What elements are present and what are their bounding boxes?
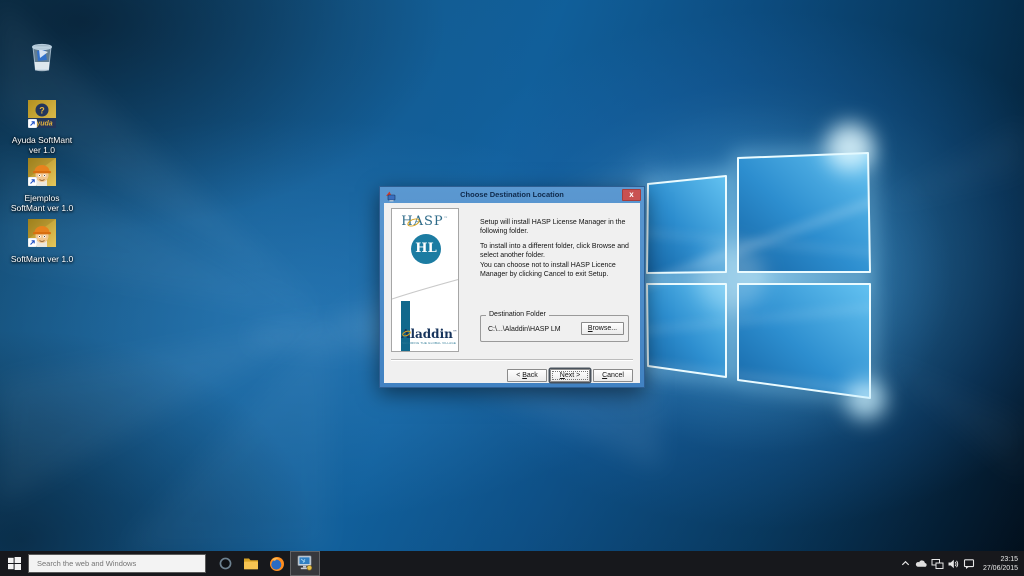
hasp-logo-text: HASP™ bbox=[401, 214, 449, 229]
shortcut-arrow-icon bbox=[27, 173, 38, 191]
taskbar-file-explorer-button[interactable] bbox=[238, 551, 264, 576]
start-button[interactable] bbox=[0, 551, 28, 576]
svg-text:?: ? bbox=[39, 106, 45, 116]
tray-onedrive-cloud-icon[interactable] bbox=[915, 551, 928, 576]
aladdin-tagline: SECURING THE GLOBAL VILLAGE bbox=[402, 342, 457, 345]
windows-logo-icon bbox=[7, 557, 21, 570]
tray-network-icon[interactable] bbox=[931, 551, 944, 576]
cancel-button[interactable]: Cancel bbox=[593, 369, 633, 382]
installer-window: Choose Destination Location x HASP™ HL A… bbox=[379, 186, 645, 388]
taskbar-setup-button-active[interactable] bbox=[290, 551, 320, 576]
tray-chevron-up-icon[interactable] bbox=[899, 551, 912, 576]
destination-path: C:\...\Aladdin\HASP LM bbox=[488, 326, 561, 333]
branding-panel: HASP™ HL Aladdin™ SECURING THE GLOBAL VI… bbox=[391, 208, 459, 352]
destination-folder-label: Destination Folder bbox=[486, 311, 549, 318]
setup-instruction-3: You can choose not to install HASP Licen… bbox=[480, 262, 616, 278]
icon-label: SoftMant ver 1.0 bbox=[10, 254, 74, 264]
worker-app-icon bbox=[27, 158, 56, 191]
close-button[interactable]: x bbox=[622, 189, 641, 201]
ayuda-app-icon: ? Ayuda bbox=[27, 100, 56, 133]
clock-date: 27/06/2015 bbox=[982, 564, 1018, 572]
window-title: Choose Destination Location bbox=[460, 190, 564, 199]
installer-app-icon bbox=[297, 555, 313, 571]
file-explorer-icon bbox=[244, 558, 258, 570]
tray-volume-icon[interactable] bbox=[947, 551, 960, 576]
desktop-icon-softmant[interactable]: SoftMant ver 1.0 bbox=[4, 219, 80, 264]
browse-button[interactable]: Browse... bbox=[581, 322, 624, 335]
setup-instruction-2: To install into a different folder, clic… bbox=[480, 243, 629, 259]
taskbar-firefox-button[interactable] bbox=[264, 551, 290, 576]
title-bar[interactable]: Choose Destination Location x bbox=[380, 187, 644, 203]
destination-folder-group: Destination Folder C:\...\Aladdin\HASP L… bbox=[480, 311, 629, 342]
desktop-icon-ayuda-softmant[interactable]: ? Ayuda Ayuda SoftMant ver 1.0 bbox=[4, 100, 80, 155]
taskbar-task-view-button[interactable] bbox=[212, 551, 238, 576]
button-separator bbox=[391, 359, 633, 361]
firefox-icon bbox=[270, 556, 284, 571]
icon-label: Ejemplos SoftMant ver 1.0 bbox=[10, 193, 74, 213]
shortcut-arrow-icon bbox=[27, 115, 38, 133]
recycle-bin-icon bbox=[26, 38, 58, 79]
taskbar: 23:15 27/06/2015 bbox=[0, 551, 1024, 576]
desktop-icon-ejemplos-softmant[interactable]: Ejemplos SoftMant ver 1.0 bbox=[4, 158, 80, 213]
setup-instruction-1: Setup will install HASP License Manager … bbox=[480, 219, 626, 235]
search-input[interactable] bbox=[29, 559, 205, 568]
system-tray: 23:15 27/06/2015 bbox=[899, 551, 1024, 576]
worker-app-icon bbox=[27, 219, 56, 252]
shortcut-arrow-icon bbox=[27, 234, 38, 252]
icon-label: Ayuda SoftMant ver 1.0 bbox=[11, 135, 73, 155]
hl-badge: HL bbox=[411, 234, 441, 264]
taskbar-search[interactable] bbox=[28, 554, 206, 573]
desktop-icon-recycle-bin[interactable] bbox=[4, 38, 80, 81]
tray-clock[interactable]: 23:15 27/06/2015 bbox=[983, 555, 1018, 573]
next-button[interactable]: Next > bbox=[550, 369, 590, 382]
back-button[interactable]: < Back bbox=[507, 369, 547, 382]
tray-action-center-icon[interactable] bbox=[963, 551, 976, 576]
clock-time: 23:15 bbox=[1000, 555, 1018, 563]
task-view-icon bbox=[219, 557, 231, 570]
dialog-body: HASP™ HL Aladdin™ SECURING THE GLOBAL VI… bbox=[384, 203, 640, 383]
